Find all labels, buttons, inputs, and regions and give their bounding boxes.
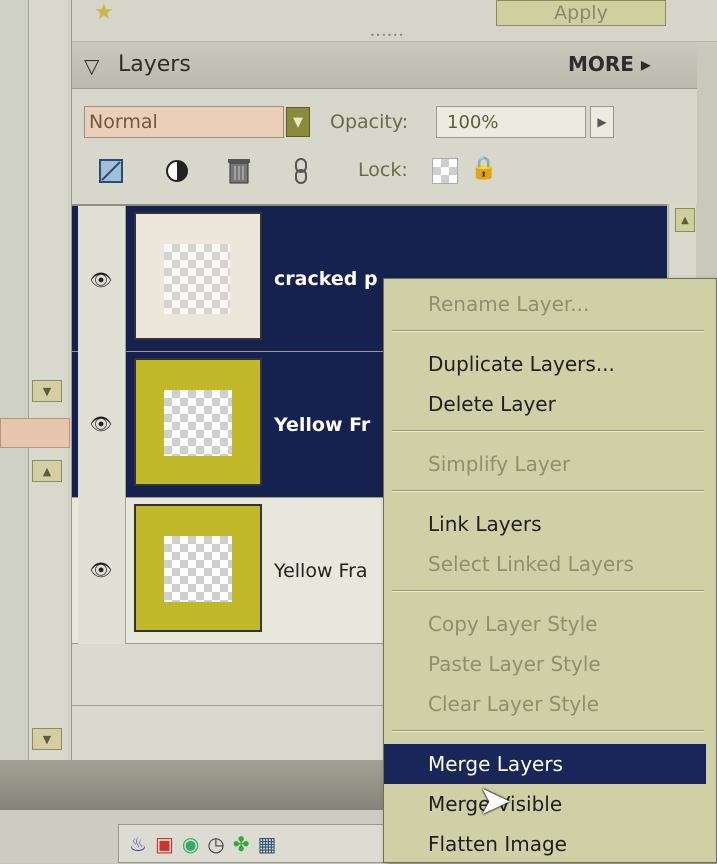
new-layer-icon[interactable] [94,154,128,188]
menu-separator [392,330,704,332]
left-scroll-up-icon[interactable]: ▲ [32,460,62,482]
clock-icon[interactable]: ◷ [207,832,224,856]
menu-item-link-layers[interactable]: Link Layers [384,504,706,544]
sound-icon[interactable]: ◉ [182,832,199,856]
layer-name: Yellow Fra [274,560,368,582]
menu-item-duplicate-layers[interactable]: Duplicate Layers... [384,344,706,384]
menu-item-simplify-layer[interactable]: Simplify Layer [384,444,706,484]
layer-thumbnail-yellow-2 [134,504,262,632]
display-icon[interactable]: ▦ [258,832,277,856]
cursor-icon: ➤ [478,778,512,824]
menu-item-delete-layer[interactable]: Delete Layer [384,384,706,424]
opacity-arrow-icon[interactable]: ▶ [590,106,614,138]
star-icon: ★ [94,0,114,25]
menu-separator [392,490,704,492]
link-icon[interactable] [284,154,318,188]
layer-name: Yellow Fr [274,414,371,436]
network-icon[interactable]: ▣ [155,832,174,856]
layer-thumbnail-cracked [134,212,262,340]
adjustment-layer-icon[interactable] [160,154,194,188]
menu-item-select-linked-layers[interactable]: Select Linked Layers [384,544,706,584]
more-button[interactable]: MORE ▸ [568,52,651,76]
menu-separator [392,730,704,732]
eye-icon[interactable]: 👁 [86,556,116,584]
menu-item-merge-layers[interactable]: Merge Layers [384,744,706,784]
menu-item-clear-layer-style[interactable]: Clear Layer Style [384,684,706,724]
left-color-swatch [0,418,70,448]
layer-thumbnail-yellow-1 [134,358,262,486]
scroll-up-icon[interactable]: ▲ [675,208,695,232]
left-scroll-down-icon[interactable]: ▼ [32,380,62,402]
menu-item-merge-visible[interactable]: Merge Visible [384,784,706,824]
taskbar: ♨ ▣ ◉ ◷ ✤ ▦ [118,824,388,863]
trash-icon[interactable] [222,154,256,188]
panel-grip[interactable]: •••••• [370,31,410,40]
lock-label: Lock: [358,159,408,181]
lock-transparency-icon[interactable] [432,158,458,184]
blend-mode-select[interactable]: Normal [84,106,284,138]
opacity-input[interactable]: 100% [436,106,586,138]
eye-icon[interactable]: 👁 [86,410,116,438]
apply-button[interactable]: Apply [496,0,666,26]
tray-icon[interactable]: ✤ [233,832,250,856]
menu-item-rename-layer[interactable]: Rename Layer... [384,284,706,324]
lock-icon[interactable]: 🔒 [470,156,497,181]
eye-icon[interactable]: 👁 [86,266,116,294]
collapse-triangle-icon[interactable]: ▽ [84,54,99,78]
opacity-label: Opacity: [330,111,409,133]
layer-name: cracked p [274,268,378,290]
menu-separator [392,430,704,432]
menu-separator [392,590,704,592]
panel-title: Layers [118,52,191,77]
app-icon[interactable]: ♨ [129,832,147,856]
dropdown-arrow-icon[interactable]: ▼ [286,107,310,137]
menu-item-flatten-image[interactable]: Flatten Image [384,824,706,864]
left-scroll-down-icon-2[interactable]: ▼ [32,728,62,750]
menu-item-paste-layer-style[interactable]: Paste Layer Style [384,644,706,684]
menu-item-copy-layer-style[interactable]: Copy Layer Style [384,604,706,644]
